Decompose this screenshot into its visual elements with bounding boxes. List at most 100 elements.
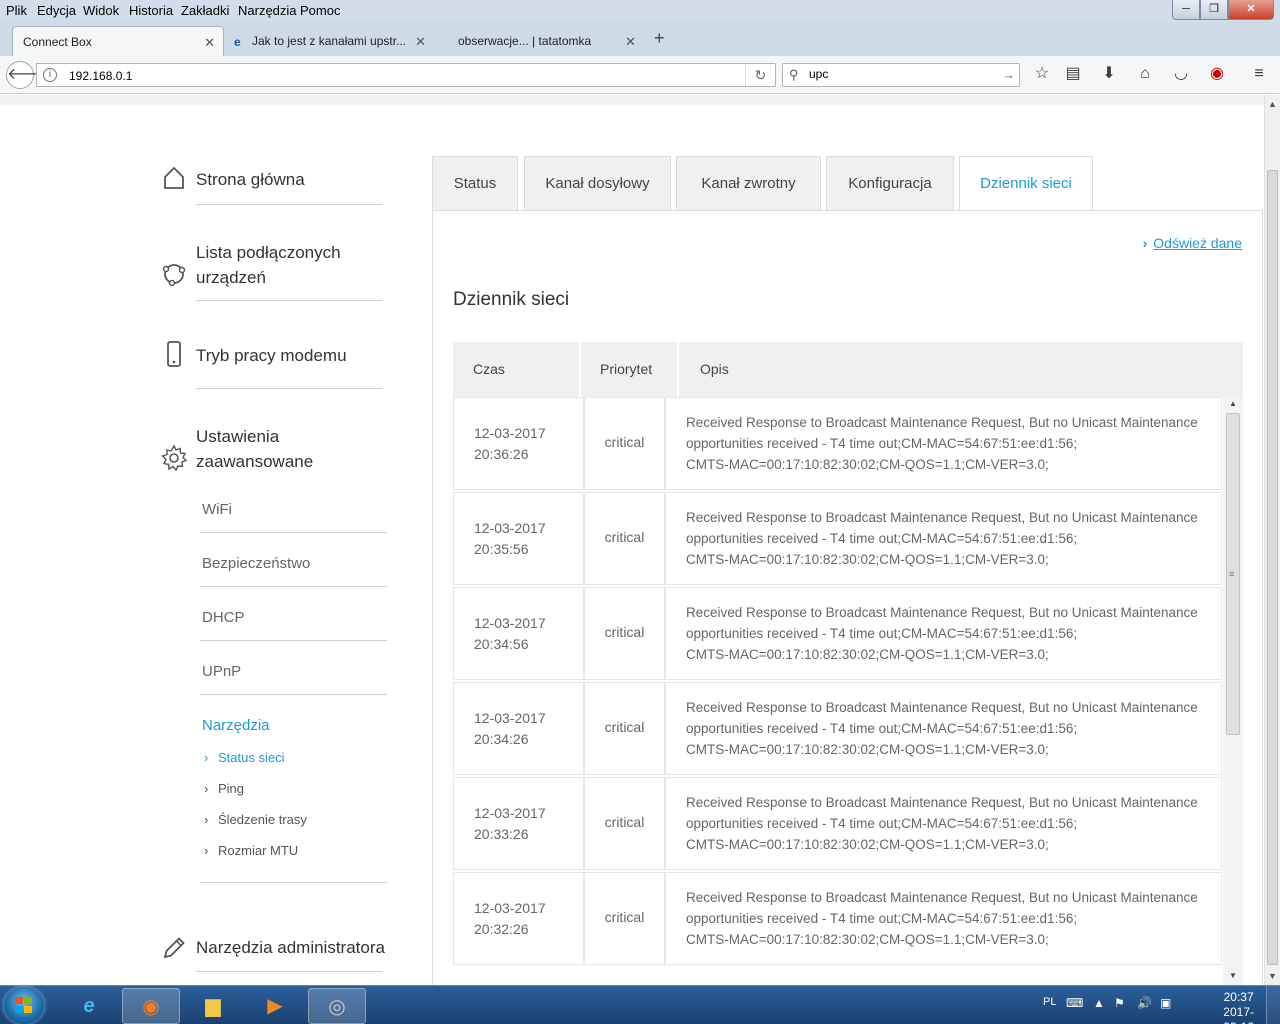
sidebar-sub-wifi[interactable]: WiFi: [202, 501, 232, 518]
address-bar[interactable]: i 192.168.0.1 ↻: [36, 63, 776, 87]
tab-upstream[interactable]: e Jak to jest z kanałami upstr... ✕: [228, 26, 434, 56]
close-window-button[interactable]: ✕: [1228, 0, 1274, 20]
refresh-data-link[interactable]: › Odśwież dane: [1143, 235, 1242, 251]
sidebar-item-label: Tryb pracy modemu: [196, 346, 347, 365]
volume-icon[interactable]: 🔊: [1137, 996, 1152, 1010]
cell-description: Received Response to Broadcast Maintenan…: [665, 492, 1222, 585]
menu-edit[interactable]: Edycja: [37, 3, 76, 18]
search-input[interactable]: [809, 67, 989, 81]
tab-title: Connect Box: [23, 35, 92, 49]
language-indicator[interactable]: PL: [1043, 996, 1056, 1008]
tab-connect-box[interactable]: Connect Box ✕: [12, 26, 224, 56]
tab-obserwacje[interactable]: obserwacje... | tatatomka ✕: [434, 26, 644, 56]
show-desktop-button[interactable]: [1266, 986, 1280, 1024]
media-player-icon[interactable]: ▶: [246, 988, 304, 1024]
new-tab-button[interactable]: +: [654, 28, 665, 49]
cell-time: 12-03-2017 20:33:26: [453, 777, 584, 870]
desc-line: opportunities received - T4 time out;CM-…: [686, 721, 1078, 736]
restore-button[interactable]: ❐: [1200, 0, 1228, 20]
log-time: 20:32:26: [474, 921, 529, 937]
menu-bookmarks[interactable]: Zakładki: [181, 3, 229, 18]
speaker-app-icon[interactable]: ◎: [308, 988, 366, 1024]
minimize-button[interactable]: ─: [1172, 0, 1200, 20]
scroll-down-icon[interactable]: ▼: [1268, 971, 1277, 981]
sidebar-tools-label: Status sieci: [218, 750, 285, 765]
action-center-flag-icon[interactable]: ⚑: [1114, 996, 1125, 1010]
close-tab-icon[interactable]: ✕: [204, 35, 215, 51]
sidebar-sub-dhcp[interactable]: DHCP: [202, 609, 245, 626]
keyboard-icon[interactable]: ⌨: [1066, 996, 1083, 1010]
log-date: 12-03-2017: [474, 710, 546, 726]
sidebar-tools-traceroute[interactable]: › Śledzenie trasy: [204, 812, 307, 827]
close-tab-icon[interactable]: ✕: [625, 34, 636, 50]
tab-upstream[interactable]: Kanał zwrotny: [676, 156, 821, 211]
reload-icon[interactable]: ↻: [745, 64, 775, 86]
log-time: 20:33:26: [474, 826, 529, 842]
table-row: 12-03-2017 20:36:26 critical Received Res…: [453, 397, 1223, 492]
sidebar-item-label: Narzędzia administratora: [196, 938, 385, 957]
sidebar-tools-ping[interactable]: › Ping: [204, 781, 244, 796]
tray-expand-icon[interactable]: ▲: [1093, 996, 1105, 1010]
page-scroll-thumb[interactable]: [1267, 170, 1278, 965]
divider: [196, 388, 382, 389]
sidebar-sub-tools[interactable]: Narzędzia: [202, 717, 270, 734]
menu-file[interactable]: Plik: [6, 3, 27, 18]
menu-history[interactable]: Historia: [129, 3, 173, 18]
log-date: 12-03-2017: [474, 805, 546, 821]
close-tab-icon[interactable]: ✕: [415, 34, 426, 50]
home-icon[interactable]: ⌂: [1133, 62, 1157, 86]
gear-icon: [161, 444, 188, 472]
sidebar-tools-mtu[interactable]: › Rozmiar MTU: [204, 843, 298, 858]
chevron-right-icon: ›: [204, 843, 209, 858]
back-button[interactable]: 🡐: [6, 61, 50, 89]
tab-status[interactable]: Status: [432, 156, 518, 211]
url-text[interactable]: 192.168.0.1: [69, 69, 132, 83]
table-scrollbar[interactable]: ▲ ≡ ▼: [1223, 397, 1243, 986]
bookmark-star-icon[interactable]: ☆: [1030, 62, 1054, 86]
sidebar-sub-upnp[interactable]: UPnP: [202, 663, 241, 680]
tab-downstream[interactable]: Kanał dosyłowy: [524, 156, 671, 211]
page-scrollbar[interactable]: ▲ ▼: [1264, 95, 1280, 985]
modem-icon: [167, 341, 181, 367]
network-icon[interactable]: ▣: [1160, 996, 1171, 1010]
info-icon[interactable]: i: [43, 68, 57, 82]
column-header-priority[interactable]: Priorytet: [580, 342, 652, 397]
sidebar-tools-status[interactable]: › Status sieci: [204, 750, 284, 765]
log-time: 20:36:26: [474, 446, 529, 462]
explorer-folder-icon[interactable]: ▆: [184, 988, 242, 1024]
tab-configuration[interactable]: Konfiguracja: [826, 156, 954, 211]
log-table-body[interactable]: 12-03-2017 20:36:26 critical Received Res…: [453, 397, 1243, 986]
pocket-icon[interactable]: ◡: [1169, 62, 1193, 86]
firefox-taskbar-icon[interactable]: ◉: [122, 988, 180, 1024]
cell-description: Received Response to Broadcast Maintenan…: [665, 587, 1222, 680]
menu-tools[interactable]: Narzędzia: [238, 3, 297, 18]
log-time: 20:35:56: [474, 541, 529, 557]
sidebar-sub-security[interactable]: Bezpieczeństwo: [202, 555, 310, 572]
scroll-up-icon[interactable]: ▲: [1229, 399, 1237, 408]
page-title: Dziennik sieci: [453, 289, 570, 310]
divider: [196, 971, 382, 972]
menu-hamburger-icon[interactable]: ≡: [1247, 62, 1271, 86]
column-header-description[interactable]: Opis: [680, 342, 729, 397]
menu-help[interactable]: Pomoc: [300, 3, 340, 18]
scroll-down-icon[interactable]: ▼: [1229, 971, 1237, 980]
column-header-time[interactable]: Czas: [453, 342, 505, 397]
home-icon: [164, 166, 184, 189]
scroll-up-icon[interactable]: ▲: [1268, 99, 1277, 109]
search-go-icon[interactable]: →: [1002, 67, 1015, 82]
taskbar: e ◉ ▆ ▶ ◎ PL ⌨ ▲ ⚑ 🔊 ▣ 20:37 2017-03-12: [0, 985, 1280, 1024]
divider: [200, 532, 387, 533]
clock[interactable]: 20:37 2017-03-12: [1223, 990, 1254, 1024]
table-scroll-thumb[interactable]: ≡: [1226, 413, 1240, 735]
tab-title: obserwacje... | tatatomka: [458, 34, 592, 48]
downloads-icon[interactable]: ⬇: [1097, 62, 1121, 86]
menu-view[interactable]: Widok: [83, 3, 119, 18]
search-bar[interactable]: ⚲ →: [782, 63, 1020, 87]
divider: [196, 204, 382, 205]
desc-line: opportunities received - T4 time out;CM-…: [686, 626, 1078, 641]
tab-network-log[interactable]: Dziennik sieci: [959, 156, 1093, 212]
ie-taskbar-icon[interactable]: e: [60, 988, 118, 1024]
opera-addon-icon[interactable]: ◉: [1205, 62, 1229, 86]
start-button[interactable]: [4, 987, 44, 1024]
bookmarks-list-icon[interactable]: ▤: [1061, 62, 1085, 86]
